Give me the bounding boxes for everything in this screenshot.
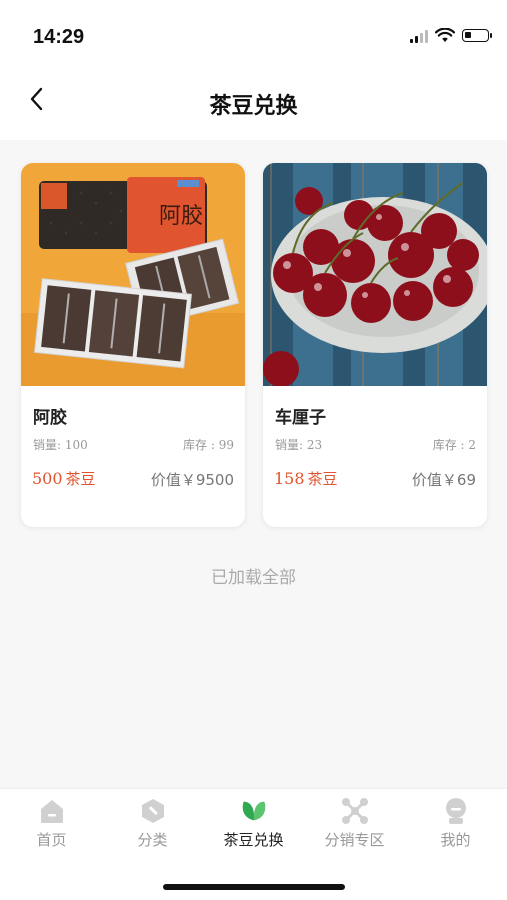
status-time: 14:29 — [33, 26, 85, 48]
package-label: 阿胶 — [159, 204, 203, 229]
cherries-plate-image — [263, 163, 487, 386]
product-sales: 销量: 100 — [33, 438, 88, 452]
tab-category[interactable]: 分类 — [102, 797, 203, 857]
home-indicator — [163, 884, 345, 890]
home-icon — [38, 797, 66, 825]
product-stock: 库存 : 99 — [183, 438, 234, 452]
tab-distribution[interactable]: 分销专区 — [304, 797, 405, 857]
leaf-icon — [240, 797, 268, 825]
tab-label: 我的 — [440, 831, 471, 849]
product-name: 车厘子 — [275, 408, 326, 428]
price-number: 500 — [32, 469, 63, 488]
product-card[interactable]: 车厘子 销量: 23 库存 : 2 158 茶豆 价值￥69 — [263, 163, 487, 527]
user-icon — [442, 797, 470, 825]
product-grid: 阿胶 阿胶 销量: 100 库存: 99 500 茶豆 价值￥9500 车厘子… — [0, 140, 507, 788]
cellular-signal-icon — [410, 29, 428, 43]
tab-label: 茶豆兑换 — [223, 831, 284, 849]
product-price: 500 茶豆 — [32, 468, 96, 489]
tab-label: 分销专区 — [324, 831, 385, 849]
price-unit: 茶豆 — [65, 470, 96, 488]
status-bar: 14:29 — [0, 0, 507, 64]
product-value: 价值￥9500 — [150, 471, 234, 489]
wifi-icon — [435, 28, 455, 42]
product-stock: 库存 : 2 — [432, 438, 476, 452]
status-icons — [410, 28, 492, 43]
price-number: 158 — [274, 469, 305, 488]
tab-profile[interactable]: 我的 — [405, 797, 506, 857]
category-icon — [139, 797, 167, 825]
product-value: 价值￥69 — [411, 471, 476, 489]
page-title: 茶豆兑换 — [209, 94, 298, 119]
ejiao-gift-box-image: 阿胶 — [21, 163, 245, 386]
tab-tea-bean-exchange[interactable]: 茶豆兑换 — [203, 797, 304, 857]
share-network-icon — [341, 797, 369, 825]
battery-icon — [462, 29, 492, 42]
tab-home[interactable]: 首页 — [1, 797, 102, 857]
product-price: 158 茶豆 — [274, 468, 338, 489]
product-sales: 销量: 23 — [275, 438, 323, 452]
product-name: 阿胶 — [33, 408, 67, 428]
tab-label: 分类 — [137, 831, 168, 849]
nav-bar: 茶豆兑换 — [0, 64, 507, 140]
loaded-all-text: 已加载全部 — [211, 568, 296, 588]
tab-label: 首页 — [36, 831, 67, 849]
product-card[interactable]: 阿胶 阿胶 销量: 100 库存: 99 500 茶豆 价值￥9500 — [21, 163, 245, 527]
price-unit: 茶豆 — [307, 470, 338, 488]
